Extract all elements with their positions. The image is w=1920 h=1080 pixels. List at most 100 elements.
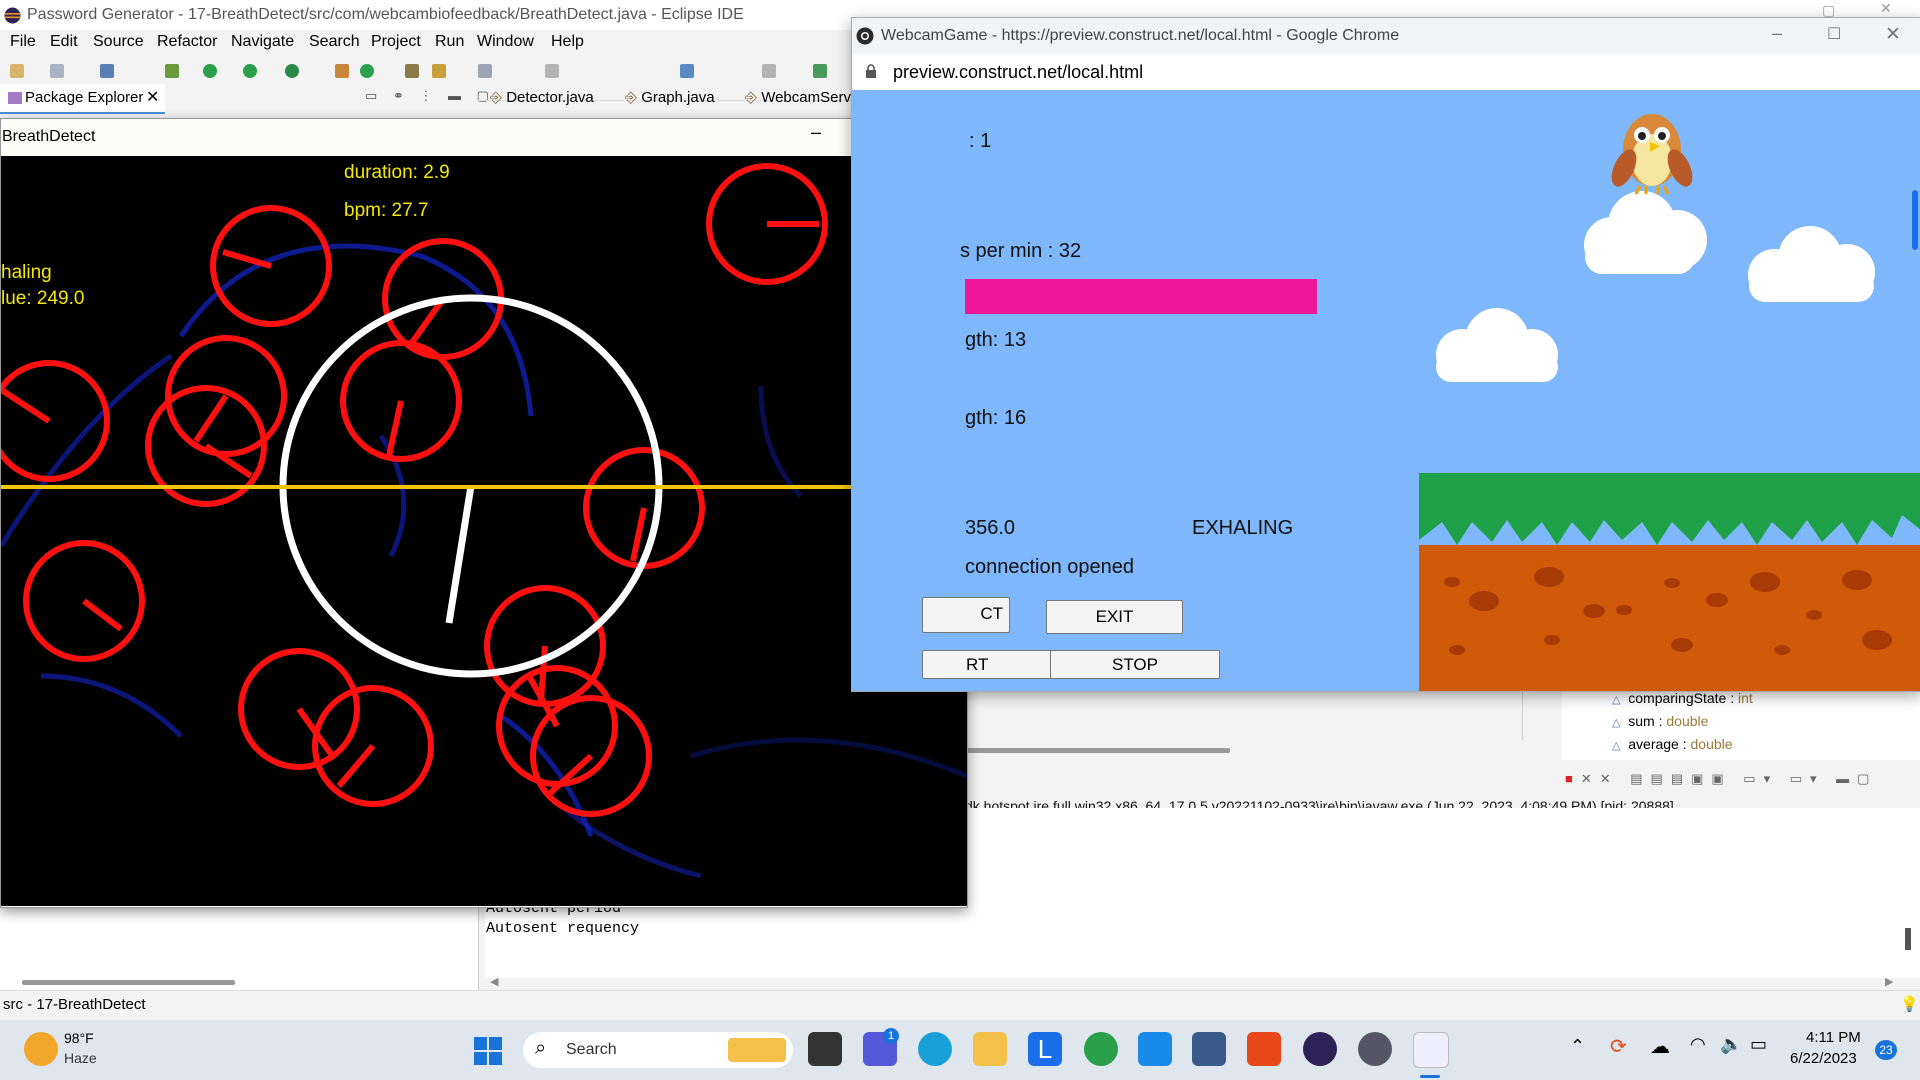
lock-icon (866, 64, 876, 78)
windows-start-icon[interactable] (474, 1037, 502, 1065)
eclipse-logo-icon (4, 7, 21, 24)
menu-edit[interactable]: Edit (50, 33, 78, 51)
eclipse-close-icon[interactable]: ✕ (1880, 0, 1892, 17)
status-text: src - 17-BreathDetect (3, 996, 146, 1013)
run-icon[interactable] (203, 64, 217, 78)
forward-icon[interactable] (762, 64, 776, 78)
search-tool-icon[interactable] (432, 64, 446, 78)
menu-file[interactable]: File (10, 33, 36, 51)
java-file-icon: ⎆ (625, 89, 638, 106)
eclipse-status-bar: src - 17-BreathDetect 💡 (0, 990, 1920, 1021)
menu-refactor[interactable]: Refactor (157, 33, 217, 51)
motion-visualization (1, 163, 967, 879)
tab-webcamserv[interactable]: ⎆ WebcamServ (745, 89, 851, 117)
back-icon[interactable] (680, 64, 694, 78)
view-controls[interactable]: ▭ ⚭ ⋮ ▬ ▢ (365, 88, 495, 104)
terminate-icon[interactable]: ■ (1565, 771, 1581, 786)
save-icon[interactable] (50, 64, 64, 78)
package-explorer-tab[interactable]: Package Explorer ✕ (0, 84, 165, 114)
scroll-right-icon[interactable]: ▶ (1885, 975, 1893, 988)
outline-item[interactable]: △ comparingState : int (1612, 690, 1753, 706)
menu-navigate[interactable]: Navigate (231, 33, 294, 51)
url-text: preview.construct.net/local.html (893, 62, 1144, 82)
outline-item[interactable]: △ average : double (1612, 736, 1733, 752)
annotation-icon[interactable] (478, 64, 492, 78)
terminal-icon[interactable] (100, 64, 114, 78)
eclipse-toolbar (0, 56, 850, 84)
menu-help[interactable]: Help (551, 33, 584, 51)
horizontal-scrollbar[interactable] (960, 748, 1230, 753)
search-placeholder: Search (566, 1041, 617, 1058)
eclipse-restore-icon[interactable]: ▢ (1822, 2, 1835, 19)
clock-time[interactable]: 4:11 PM (1806, 1029, 1861, 1046)
external-tools-icon[interactable] (285, 64, 299, 78)
maximize-icon[interactable]: ☐ (1827, 24, 1841, 44)
page-scrollbar[interactable] (1912, 190, 1918, 250)
console-scrollbar[interactable] (1905, 928, 1911, 950)
volume-icon[interactable]: 🔈 (1720, 1034, 1742, 1055)
vscode-icon[interactable] (1138, 1032, 1172, 1066)
minimize-icon[interactable]: – (1772, 23, 1782, 44)
tab-detector-java[interactable]: ⎆ Detector.java (490, 89, 594, 117)
file-explorer-icon[interactable] (973, 1032, 1007, 1066)
clock-date[interactable]: 6/22/2023 (1790, 1050, 1857, 1067)
game-canvas[interactable]: : 1 s per min : 32 gth: 13 gth: 16 356.0… (852, 90, 1920, 691)
wifi-icon[interactable]: ◠ (1690, 1034, 1706, 1055)
minimize-icon[interactable]: – (811, 122, 821, 143)
outline-panel: △ comparingState : int △ sum : double △ … (1562, 690, 1920, 760)
chrome-address-bar[interactable]: preview.construct.net/local.html (852, 54, 1920, 90)
open-type-icon[interactable] (405, 64, 419, 78)
weather-icon[interactable] (24, 1032, 58, 1066)
console-line: Autosent requency (486, 920, 640, 937)
panel-divider (1522, 690, 1523, 740)
eclipse-taskbar-icon[interactable] (1303, 1032, 1337, 1066)
chrome-taskbar-icon[interactable] (1084, 1032, 1118, 1066)
brave-icon[interactable] (1247, 1032, 1281, 1066)
coverage-icon[interactable] (243, 64, 257, 78)
eclipse-menu-bar: File Edit Source Refactor Navigate Searc… (0, 30, 850, 56)
edge-icon[interactable] (918, 1032, 952, 1066)
breathdetect-window: BreathDetect – ☐ ✕ (0, 118, 968, 908)
next-annotation-icon[interactable] (545, 64, 559, 78)
package-explorer-scrollbar[interactable] (22, 980, 235, 985)
scroll-left-icon[interactable]: ◀ (490, 975, 498, 988)
close-tab-icon[interactable]: ✕ (146, 87, 159, 107)
search-highlight-icon (728, 1038, 786, 1062)
menu-run[interactable]: Run (435, 33, 464, 51)
new-class-icon[interactable] (360, 64, 374, 78)
chrome-window-title: WebcamGame - https://preview.construct.n… (881, 27, 1400, 44)
cloud-icon[interactable]: ☁ (1650, 1034, 1670, 1059)
task-view-icon[interactable] (808, 1032, 842, 1066)
active-app-icon[interactable] (1413, 1032, 1449, 1068)
new-icon[interactable] (10, 64, 24, 78)
taskbar-search-box[interactable]: ⌕ Search (523, 1032, 793, 1068)
field-icon: △ (1612, 694, 1621, 706)
debug-icon[interactable] (165, 64, 179, 78)
outline-item-type: int (1737, 690, 1753, 706)
menu-search[interactable]: Search (309, 33, 360, 51)
panel-divider (478, 906, 479, 991)
new-java-project-icon[interactable] (335, 64, 349, 78)
notification-badge[interactable]: 23 (1875, 1040, 1897, 1060)
outline-item-type: double (1666, 713, 1709, 729)
game-scene (1419, 114, 1920, 691)
package-explorer-icon (8, 92, 22, 104)
app-icon[interactable] (1192, 1032, 1226, 1066)
chrome-logo-icon (856, 27, 874, 45)
menu-window[interactable]: Window (477, 33, 534, 51)
tip-icon[interactable]: 💡 (1900, 995, 1919, 1013)
chevron-up-icon[interactable]: ⌃ (1570, 1036, 1585, 1057)
settings-icon[interactable] (1358, 1032, 1392, 1066)
outline-item[interactable]: △ sum : double (1612, 713, 1708, 729)
battery-icon[interactable]: ▭ (1750, 1034, 1767, 1055)
breathdetect-canvas[interactable]: duration: 2.9 bpm: 27.7 haling lue: 249.… (1, 156, 967, 906)
letter-l-app-icon[interactable]: L (1028, 1032, 1062, 1066)
eclipse-window-title: Password Generator - 17-BreathDetect/src… (27, 6, 744, 23)
close-icon[interactable]: ✕ (1885, 23, 1901, 46)
console-toolbar[interactable]: ■✕✕ ▤▤▤▣▣ ▭▾ ▭▾ ▬▢ (1565, 771, 1920, 791)
menu-project[interactable]: Project (371, 33, 421, 51)
perspective-icon[interactable] (813, 64, 827, 78)
tab-graph-java[interactable]: ⎆ Graph.java (625, 89, 715, 117)
sync-icon[interactable]: ⟳ (1610, 1034, 1627, 1059)
menu-source[interactable]: Source (93, 33, 144, 51)
